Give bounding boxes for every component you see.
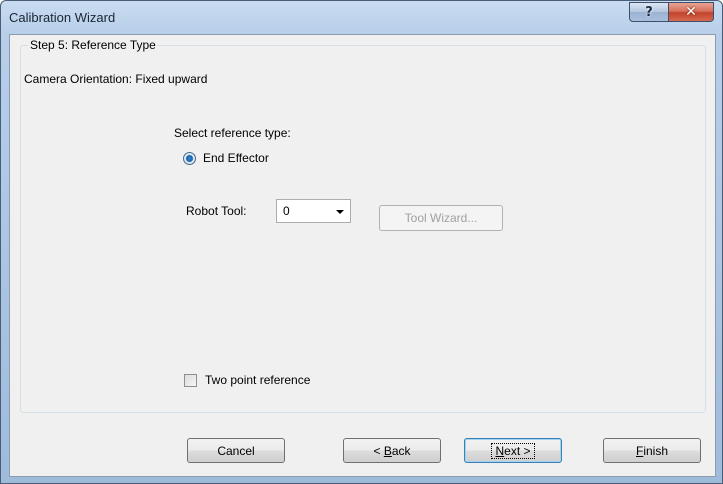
two-point-reference-label: Two point reference: [205, 373, 311, 387]
finish-label: Finish: [636, 444, 668, 458]
next-label: Next >: [491, 442, 535, 459]
robot-tool-dropdown[interactable]: 0: [276, 199, 351, 223]
cancel-button[interactable]: Cancel: [187, 438, 285, 463]
step-legend: Step 5: Reference Type: [28, 38, 158, 52]
title-bar[interactable]: Calibration Wizard ? ✕: [1, 1, 722, 34]
back-rest: ack: [391, 443, 411, 458]
robot-tool-value: 0: [283, 204, 290, 218]
close-button[interactable]: ✕: [669, 2, 714, 22]
next-rest: ext >: [504, 443, 531, 458]
end-effector-radio[interactable]: [183, 151, 196, 165]
next-mnemonic: N: [495, 443, 505, 458]
close-icon: ✕: [685, 4, 697, 20]
next-button[interactable]: Next >: [464, 438, 562, 463]
window-title: Calibration Wizard: [9, 10, 116, 25]
wizard-client-area: Step 5: Reference Type Camera Orientatio…: [9, 34, 716, 477]
tool-wizard-label: Tool Wizard...: [404, 211, 478, 225]
help-icon: ?: [645, 4, 653, 20]
calibration-wizard-window: Calibration Wizard ? ✕ Step 5: Reference…: [0, 0, 723, 484]
back-prefix: <: [373, 443, 384, 458]
cancel-label: Cancel: [217, 443, 255, 458]
back-label: < Back: [373, 444, 410, 458]
finish-rest: inish: [643, 443, 669, 458]
finish-button[interactable]: Finish: [603, 438, 701, 463]
select-reference-label: Select reference type:: [174, 126, 291, 140]
two-point-reference-checkbox[interactable]: [184, 373, 197, 387]
reference-type-group: Step 5: Reference Type: [20, 38, 706, 413]
back-mnemonic: B: [383, 443, 392, 458]
two-point-reference-option[interactable]: Two point reference: [184, 373, 310, 387]
robot-tool-label: Robot Tool:: [186, 204, 247, 218]
end-effector-option[interactable]: End Effector: [183, 151, 269, 165]
help-button[interactable]: ?: [629, 2, 669, 22]
end-effector-label: End Effector: [203, 151, 269, 165]
back-button[interactable]: < Back: [343, 438, 441, 463]
camera-orientation-text: Camera Orientation: Fixed upward: [24, 72, 208, 86]
chevron-down-icon: [336, 210, 344, 214]
tool-wizard-button[interactable]: Tool Wizard...: [379, 205, 503, 231]
